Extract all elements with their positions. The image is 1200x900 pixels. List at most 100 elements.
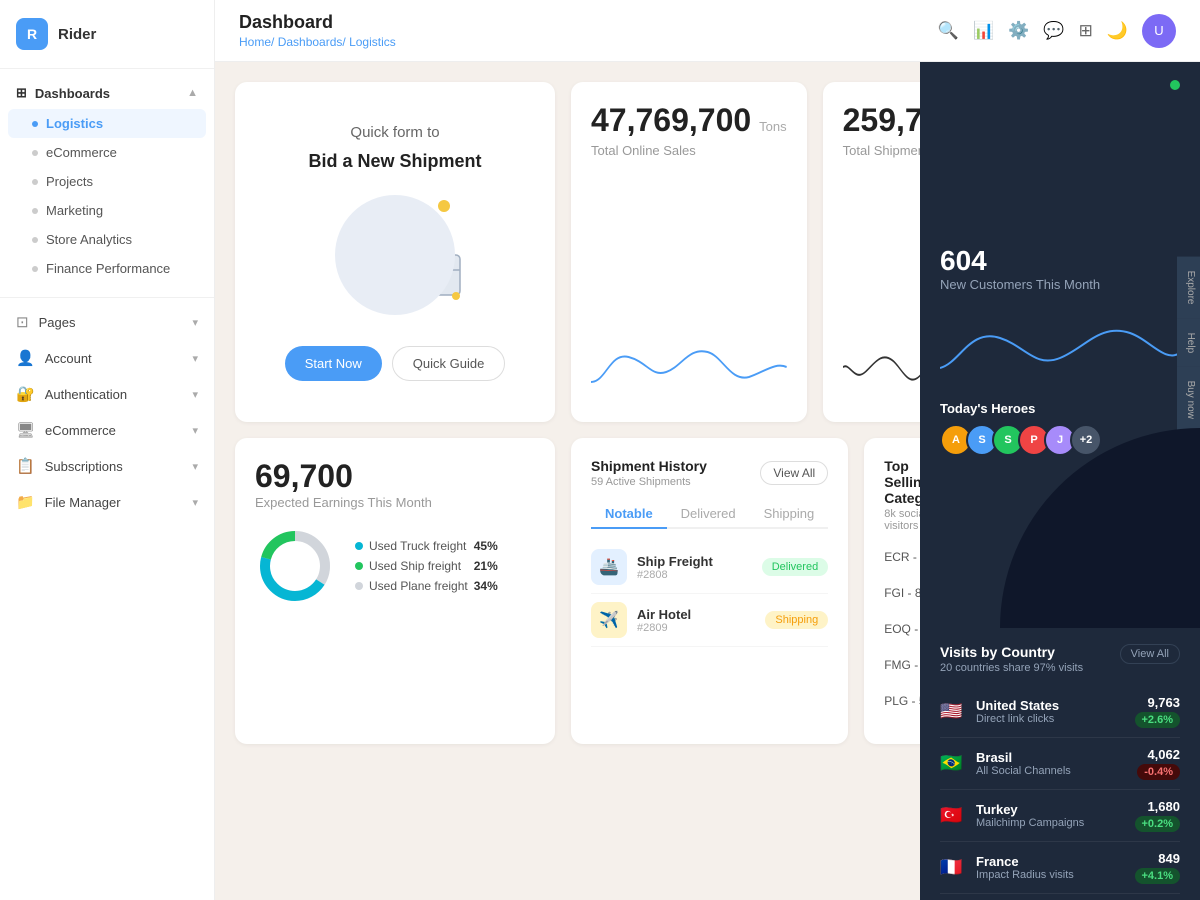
country-info: France Impact Radius visits — [976, 854, 1121, 881]
search-icon[interactable]: 🔍 — [938, 21, 959, 41]
header-left: Dashboard Home/ Dashboards/ Logistics — [239, 12, 396, 49]
main-area: Dashboard Home/ Dashboards/ Logistics 🔍 … — [215, 0, 1200, 900]
dark-mode-icon[interactable]: 🌙 — [1107, 21, 1128, 41]
change-badge: -0.4% — [1137, 764, 1180, 780]
status-badge-2: Shipping — [765, 611, 828, 629]
shipment-card-header: Shipment History 59 Active Shipments Vie… — [591, 458, 828, 488]
shipment-subtitle: 59 Active Shipments — [591, 476, 707, 488]
chevron-down-icon: ▾ — [192, 496, 198, 509]
side-tab-buy[interactable]: Buy now — [1177, 367, 1200, 433]
bar-label: FGI - 82% — [884, 586, 920, 600]
dashboards-icon: ⊞ — [16, 85, 27, 101]
sidebar-item-projects[interactable]: Projects — [0, 167, 214, 196]
change-badge: +0.2% — [1135, 816, 1181, 832]
tab-delivered[interactable]: Delivered — [667, 500, 750, 529]
sidebar-group-auth[interactable]: 🔐 Authentication ▾ — [0, 376, 214, 412]
chart-icon[interactable]: 📊 — [973, 21, 994, 41]
auth-icon: 🔐 — [16, 385, 35, 403]
sidebar-group-pages[interactable]: ⊡ Pages ▾ — [0, 304, 214, 340]
change-badge: +4.1% — [1135, 868, 1181, 884]
sidebar-group-subscriptions[interactable]: 📋 Subscriptions ▾ — [0, 448, 214, 484]
side-tab-explore[interactable]: Explore — [1177, 257, 1200, 319]
bar-label: EOQ - 75% — [884, 622, 920, 636]
dot-icon — [32, 266, 38, 272]
sidebar-group-filemanager[interactable]: 📁 File Manager ▾ — [0, 484, 214, 520]
country-value: 9,763 — [1131, 695, 1181, 710]
file-icon: 📁 — [16, 493, 35, 511]
hero-buttons: Start Now Quick Guide — [285, 346, 506, 381]
ship-label: Used Ship freight — [369, 559, 461, 573]
pages-icon: ⊡ — [16, 313, 29, 331]
donut-legend: Used Truck freight 45% Used Ship freight… — [355, 539, 498, 593]
total-sales-chart — [591, 162, 787, 402]
visits-header: Visits by Country 20 countries share 97%… — [940, 644, 1180, 674]
shipment-history-card: Shipment History 59 Active Shipments Vie… — [571, 438, 848, 744]
active-dot — [32, 121, 38, 127]
chevron-down-icon: ▾ — [192, 460, 198, 473]
sidebar-group-ecommerce[interactable]: 🖥 eCommerce ▾ — [0, 412, 214, 448]
content: Quick form to Bid a New Shipment — [215, 62, 1200, 900]
bar-label: FMG - 60% — [884, 658, 920, 672]
country-source: Direct link clicks — [976, 713, 1121, 725]
country-name: Brasil — [976, 750, 1123, 765]
country-value: 1,680 — [1131, 799, 1181, 814]
selling-header-info: Top Selling Categories 8k social visitor… — [884, 458, 920, 532]
shipment-item-1: 🚢 Ship Freight #2808 Delivered — [591, 541, 828, 594]
shipment-view-all[interactable]: View All — [760, 461, 828, 485]
grid-icon[interactable]: ⊞ — [1079, 21, 1093, 41]
total-sales-value: 47,769,700 — [591, 102, 751, 139]
pages-label: Pages — [39, 315, 76, 330]
sidebar-item-label: Logistics — [46, 116, 103, 131]
total-shipments-label: Total Shipments — [843, 143, 920, 158]
country-row: 🇮🇳 India Many Sources 604 -8.3% — [940, 894, 1180, 900]
header: Dashboard Home/ Dashboards/ Logistics 🔍 … — [215, 0, 1200, 62]
tab-shipping[interactable]: Shipping — [750, 500, 829, 529]
sidebar-item-ecommerce[interactable]: eCommerce — [0, 138, 214, 167]
sidebar-item-marketing[interactable]: Marketing — [0, 196, 214, 225]
dashboards-group[interactable]: ⊞ Dashboards ▲ — [0, 77, 214, 109]
status-badge-1: Delivered — [762, 558, 828, 576]
settings-icon[interactable]: ⚙️ — [1008, 21, 1029, 41]
quick-guide-button[interactable]: Quick Guide — [392, 346, 506, 381]
sidebar-item-label: Projects — [46, 174, 93, 189]
sidebar-item-finance-performance[interactable]: Finance Performance — [0, 254, 214, 283]
sidebar-item-logistics[interactable]: Logistics — [8, 109, 206, 138]
bar-label: ECR - 90% — [884, 550, 920, 564]
legend-truck: Used Truck freight 45% — [355, 539, 498, 553]
customers-label: New Customers This Month — [940, 277, 1180, 292]
shipment-id-2: #2809 — [637, 622, 755, 634]
sidebar-item-store-analytics[interactable]: Store Analytics — [0, 225, 214, 254]
country-flag: 🇹🇷 — [940, 805, 966, 826]
chevron-down-icon: ▾ — [192, 388, 198, 401]
breadcrumb-active: Logistics — [349, 35, 396, 49]
chat-icon[interactable]: 💬 — [1043, 21, 1064, 41]
country-name: United States — [976, 698, 1121, 713]
customers-stat: 604 New Customers This Month — [940, 245, 1180, 292]
tab-notable[interactable]: Notable — [591, 500, 667, 529]
sidebar-item-label: Marketing — [46, 203, 103, 218]
legend-dot-plane — [355, 582, 363, 590]
sidebar-logo: R Rider — [0, 0, 214, 69]
visits-header-info: Visits by Country 20 countries share 97%… — [940, 644, 1083, 674]
country-list: 🇺🇸 United States Direct link clicks 9,76… — [940, 686, 1180, 900]
file-manager-label: File Manager — [45, 495, 121, 510]
customers-chart — [940, 308, 1180, 388]
dot-icon — [32, 208, 38, 214]
dark-blob — [1000, 428, 1200, 628]
bar-row: ECR - 90% 15,000 — [884, 544, 920, 570]
earnings-label: Expected Earnings This Month — [255, 495, 535, 510]
dot-icon — [32, 237, 38, 243]
user-avatar[interactable]: U — [1142, 14, 1176, 48]
visits-view-all[interactable]: View All — [1120, 644, 1180, 664]
visits-title: Visits by Country — [940, 644, 1083, 660]
dot-icon — [32, 179, 38, 185]
country-stats: 4,062 -0.4% — [1133, 747, 1180, 780]
shipment-icon-2: ✈️ — [591, 602, 627, 638]
side-tab-help[interactable]: Help — [1177, 318, 1200, 367]
sidebar: R Rider ⊞ Dashboards ▲ Logistics eCommer… — [0, 0, 215, 900]
country-info: United States Direct link clicks — [976, 698, 1121, 725]
panel-top: Explore Help Buy now 604 New Customers T… — [920, 62, 1200, 628]
total-sales-unit: Tons — [759, 119, 786, 134]
sidebar-group-account[interactable]: 👤 Account ▾ — [0, 340, 214, 376]
start-now-button[interactable]: Start Now — [285, 346, 382, 381]
